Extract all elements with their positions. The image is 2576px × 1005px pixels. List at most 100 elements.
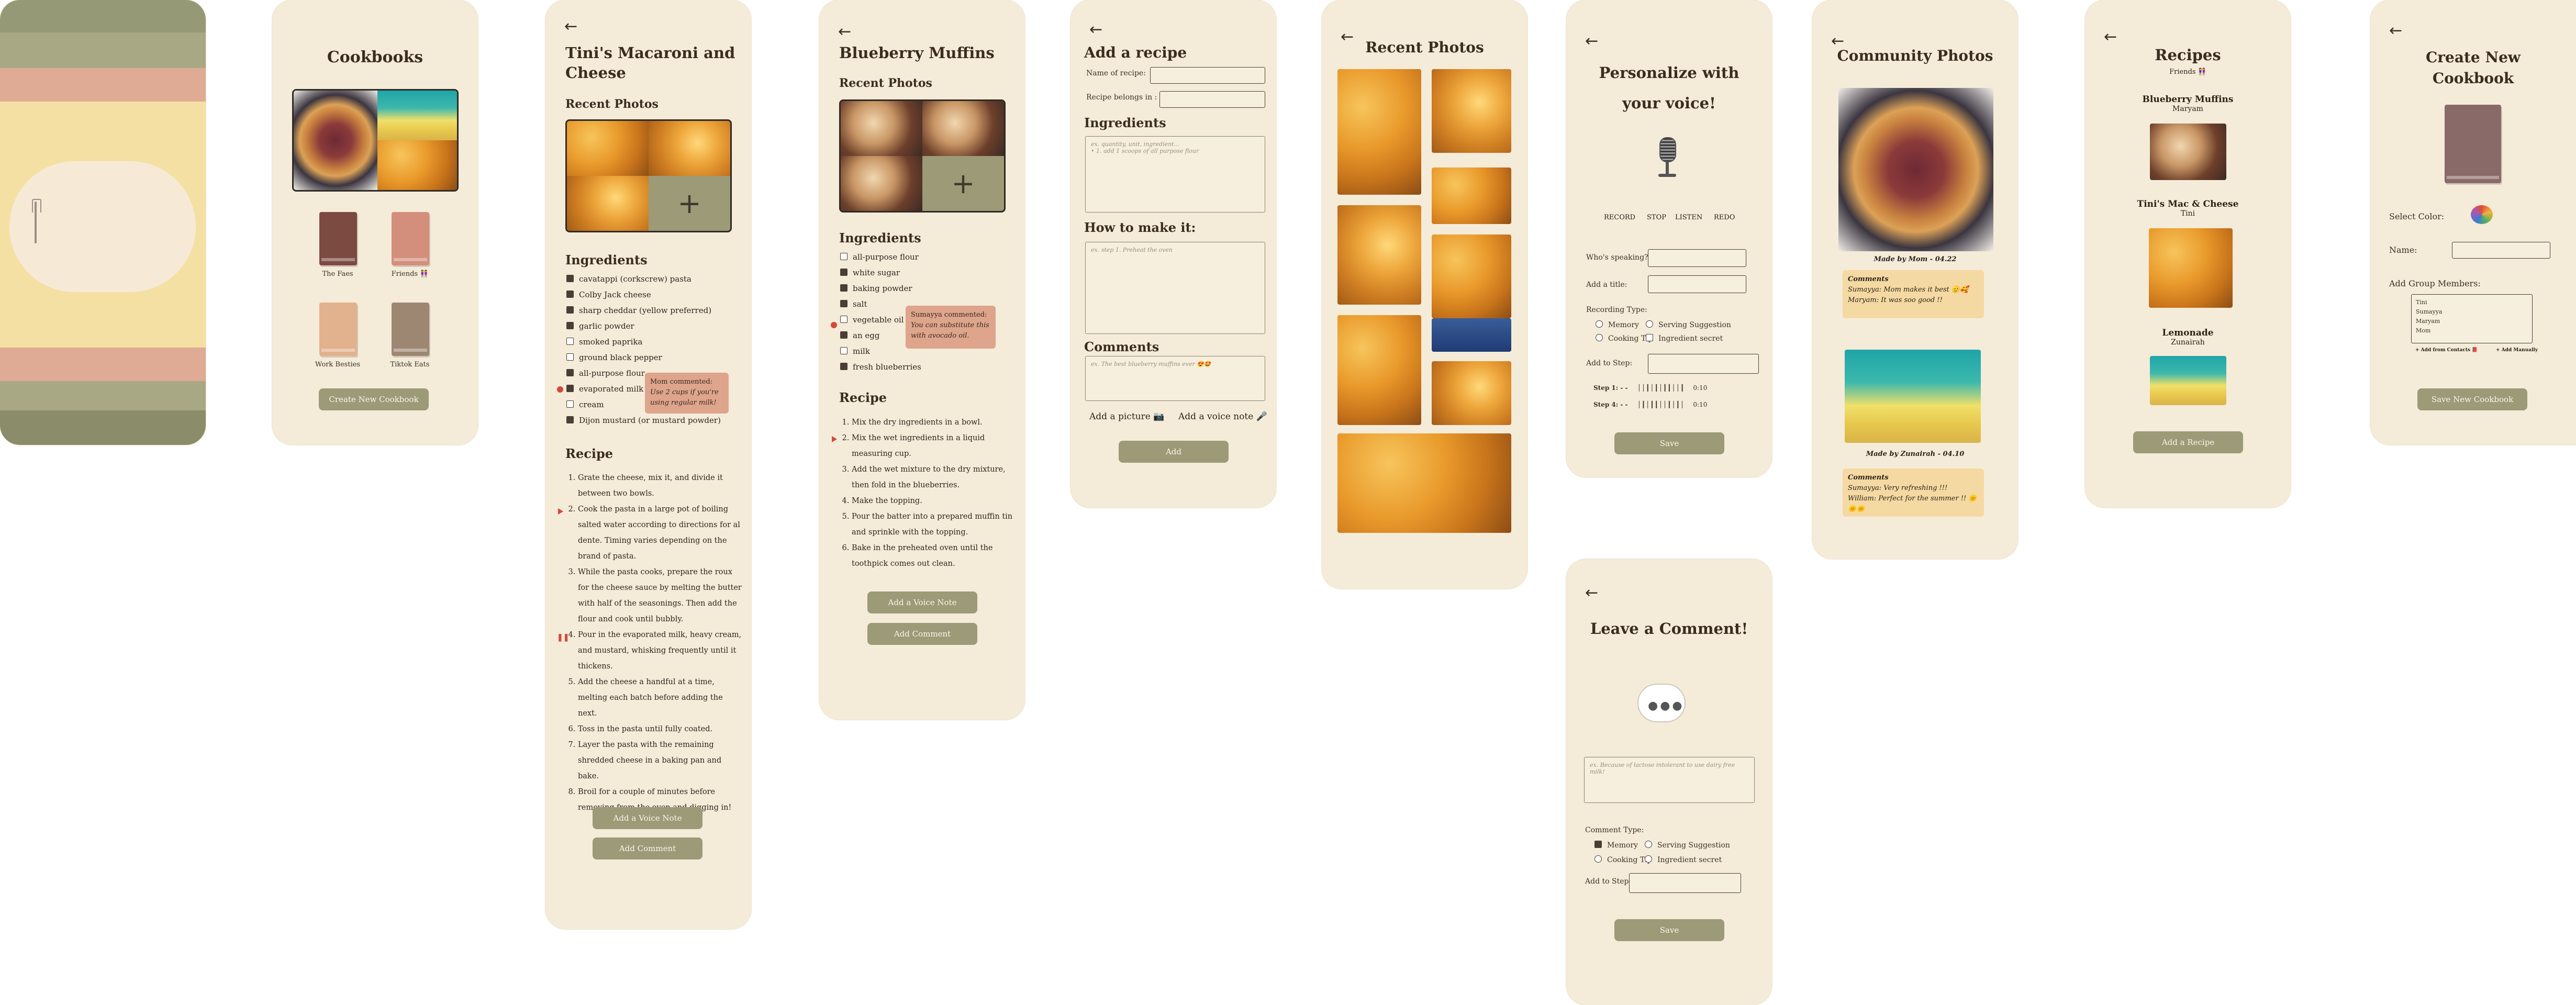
- cookbook-select[interactable]: [1159, 91, 1265, 108]
- redo-control[interactable]: REDO: [1714, 214, 1735, 221]
- photo[interactable]: [1432, 234, 1511, 318]
- comment-marker-icon[interactable]: [557, 386, 563, 393]
- checkbox-icon[interactable]: [840, 347, 847, 354]
- add-voice-note-button[interactable]: Add a Voice Note: [867, 591, 977, 613]
- photo[interactable]: [1432, 69, 1511, 153]
- cookbook-work-besties[interactable]: [319, 303, 357, 356]
- checkbox-checked-icon[interactable]: [840, 300, 847, 307]
- comment-bubble[interactable]: Mom commented: Use 2 cups if you're usin…: [645, 373, 729, 414]
- checkbox-icon[interactable]: [840, 253, 847, 260]
- ingredient-item[interactable]: ground black pepper: [566, 353, 662, 362]
- checkbox-icon[interactable]: [566, 338, 574, 345]
- checkbox-checked-icon[interactable]: [566, 275, 574, 282]
- checkbox-checked-icon[interactable]: [840, 363, 847, 370]
- add-recipe-button[interactable]: Add a Recipe: [2133, 431, 2243, 453]
- microphone-icon[interactable]: [1652, 137, 1681, 179]
- recipe-photo[interactable]: [2150, 356, 2226, 405]
- checkbox-checked-icon[interactable]: [566, 306, 574, 314]
- create-cookbook-button[interactable]: Create New Cookbook: [319, 388, 429, 410]
- photo[interactable]: [1337, 433, 1511, 533]
- recipe-card[interactable]: Blueberry Muffins Maryam: [2085, 94, 2291, 113]
- ingredient-item[interactable]: evaporated milk: [566, 384, 643, 394]
- ingredient-item[interactable]: Colby Jack cheese: [566, 290, 651, 299]
- title-input[interactable]: [1648, 275, 1746, 293]
- type-cooking-tip[interactable]: Cooking Tip: [1594, 855, 1652, 864]
- speaker-input[interactable]: [1648, 249, 1746, 267]
- cookbook-cover-collage[interactable]: [292, 89, 459, 192]
- comment-marker-icon[interactable]: [831, 322, 837, 328]
- step-input[interactable]: [1629, 873, 1741, 893]
- members-list[interactable]: Tini Sumayya Maryam Mom: [2411, 294, 2533, 343]
- add-picture-button[interactable]: Add a picture 📷: [1089, 411, 1164, 422]
- recipe-name-input[interactable]: [1150, 67, 1265, 84]
- add-photo-icon[interactable]: +: [922, 156, 1004, 211]
- photo[interactable]: [841, 101, 922, 156]
- add-voice-note-button[interactable]: Add a Voice Note: [593, 807, 702, 829]
- checkbox-checked-icon[interactable]: [566, 385, 574, 392]
- photo[interactable]: [922, 101, 1004, 156]
- checkbox-checked-icon[interactable]: [566, 416, 574, 423]
- step-input[interactable]: [1648, 354, 1759, 374]
- back-arrow-icon[interactable]: ←: [1585, 585, 1598, 601]
- back-arrow-icon[interactable]: ←: [2389, 23, 2402, 39]
- comment-bubble[interactable]: Sumayya commented: You can substitute th…: [906, 306, 996, 349]
- photo[interactable]: [841, 156, 922, 211]
- save-cookbook-button[interactable]: Save New Cookbook: [2417, 388, 2527, 410]
- back-arrow-icon[interactable]: ←: [2104, 29, 2117, 45]
- photo[interactable]: [567, 121, 649, 176]
- recipe-photo[interactable]: [2150, 124, 2226, 180]
- checkbox-checked-icon[interactable]: [566, 369, 574, 376]
- ingredient-item[interactable]: sharp cheddar (yellow preferred): [566, 306, 711, 315]
- checkbox-checked-icon[interactable]: [840, 331, 847, 339]
- ingredient-item[interactable]: baking powder: [840, 284, 912, 293]
- recording-item[interactable]: Step 1: - - ││┃│┃│┃┃││┃ 0:10: [1593, 384, 1707, 392]
- type-memory[interactable]: Memory: [1594, 841, 1638, 850]
- recording-item[interactable]: Step 4: - - │┃│┃┃││┃│┃│ 0:10: [1593, 401, 1707, 408]
- add-comment-button[interactable]: Add Comment: [867, 623, 977, 645]
- ingredient-item[interactable]: cream: [566, 400, 604, 409]
- record-control[interactable]: RECORD: [1604, 214, 1635, 221]
- add-comment-button[interactable]: Add Comment: [593, 838, 702, 859]
- cookbook-friends[interactable]: [392, 212, 429, 265]
- recipe-card[interactable]: Lemonade Zunairah: [2085, 328, 2291, 347]
- ingredient-item[interactable]: fresh blueberries: [840, 362, 921, 372]
- back-arrow-icon[interactable]: ←: [564, 19, 577, 35]
- photo[interactable]: [1337, 69, 1421, 195]
- ingredient-item[interactable]: all-purpose flour: [840, 252, 919, 262]
- howto-input[interactable]: ex. step 1. Preheat the oven: [1085, 242, 1265, 334]
- recipe-photo[interactable]: [2149, 228, 2233, 308]
- checkbox-icon[interactable]: [566, 400, 574, 408]
- type-serving-suggestion[interactable]: Serving Suggestion: [1645, 841, 1730, 850]
- comments-input[interactable]: ex. The best blueberry muffins ever 😍🤩: [1085, 356, 1265, 401]
- add-button[interactable]: Add: [1119, 441, 1229, 463]
- photo[interactable]: [567, 176, 649, 231]
- checkbox-icon[interactable]: [566, 353, 574, 361]
- ingredient-item[interactable]: white sugar: [840, 268, 900, 277]
- ingredient-item[interactable]: smoked paprika: [566, 337, 642, 347]
- ingredient-item[interactable]: an egg: [840, 331, 879, 340]
- type-serving-suggestion[interactable]: Serving Suggestion: [1646, 320, 1731, 329]
- type-ingredient-secret[interactable]: Ingredient secret: [1646, 334, 1723, 343]
- cookbook-the-faes[interactable]: [319, 212, 357, 265]
- add-manually-link[interactable]: + Add Manually: [2496, 348, 2538, 353]
- ingredient-item[interactable]: all-purpose flour: [566, 368, 645, 378]
- photo[interactable]: [1337, 315, 1421, 425]
- ingredient-item[interactable]: milk: [840, 347, 870, 356]
- back-arrow-icon[interactable]: ←: [1585, 34, 1598, 49]
- checkbox-checked-icon[interactable]: [840, 269, 847, 276]
- checkbox-icon[interactable]: [840, 316, 847, 323]
- voice-note-marker-icon[interactable]: [832, 436, 837, 442]
- photo[interactable]: [1432, 168, 1511, 224]
- add-voice-note-button[interactable]: Add a voice note 🎤: [1178, 411, 1267, 422]
- ingredient-item[interactable]: garlic powder: [566, 321, 634, 331]
- photo[interactable]: [649, 121, 730, 176]
- photo[interactable]: [1845, 350, 1981, 443]
- ingredient-item[interactable]: Dijon mustard (or mustard powder): [566, 416, 721, 425]
- ingredient-item[interactable]: cavatappi (corkscrew) pasta: [566, 274, 692, 284]
- photo[interactable]: [1432, 318, 1511, 352]
- comment-input[interactable]: ex. Because of lactose intolerant to use…: [1584, 757, 1755, 803]
- ingredient-item[interactable]: vegetable oil: [840, 315, 904, 325]
- recipe-card[interactable]: Tini's Mac & Cheese Tini: [2085, 199, 2291, 218]
- stop-control[interactable]: STOP: [1647, 214, 1666, 221]
- voice-note-marker-icon[interactable]: [558, 508, 563, 515]
